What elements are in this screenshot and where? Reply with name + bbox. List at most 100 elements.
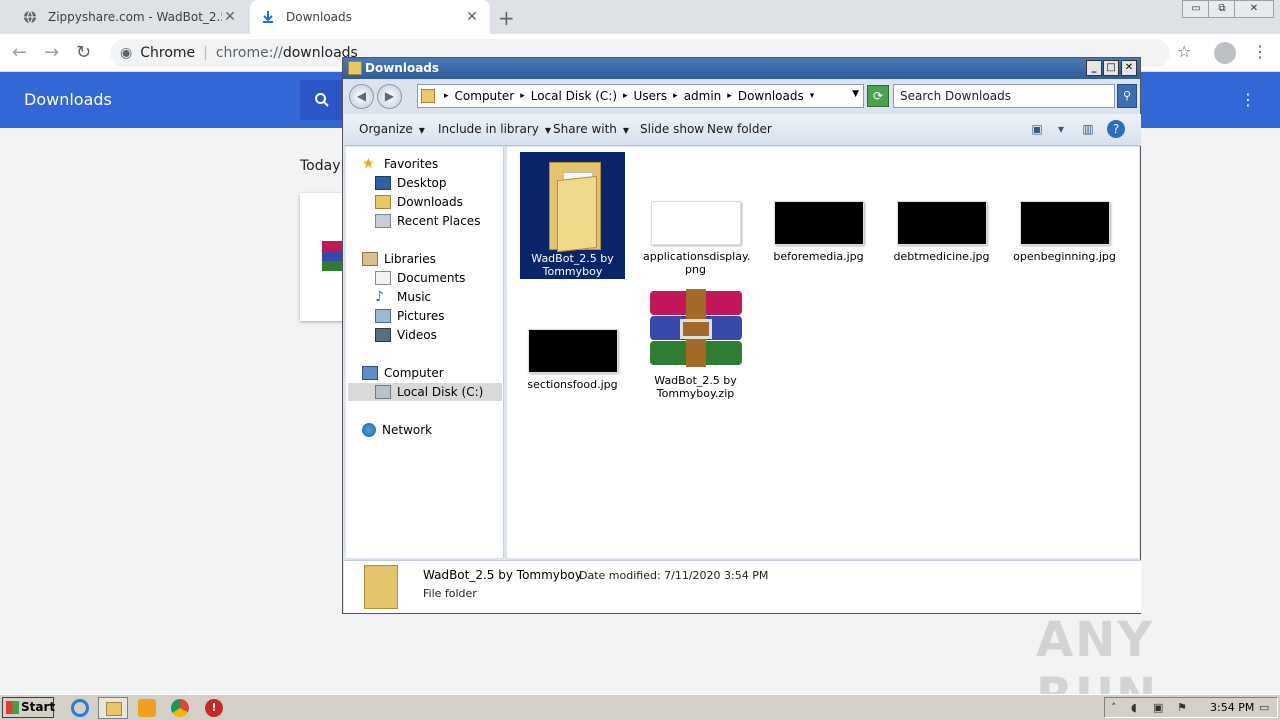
- breadcrumb-item[interactable]: Local Disk (C:): [531, 89, 617, 103]
- nav-network[interactable]: Network: [362, 421, 432, 439]
- image-thumbnail: [527, 329, 618, 373]
- nav-pictures[interactable]: Pictures: [375, 307, 445, 325]
- new-folder-button[interactable]: New folder: [707, 122, 772, 136]
- minimize-button[interactable]: ▭: [1182, 0, 1210, 18]
- start-button[interactable]: Start: [2, 697, 56, 718]
- stop-icon[interactable]: !: [205, 699, 223, 717]
- breadcrumb-item[interactable]: admin: [684, 89, 722, 103]
- chrome-icon[interactable]: [171, 699, 189, 717]
- nav-label: Libraries: [384, 252, 436, 266]
- taskbar: Start ! ˄ ◖ ▣ ⚑ 3:54 PM ▭: [0, 694, 1280, 720]
- file-name: png: [685, 263, 706, 276]
- maximize-button[interactable]: □: [1103, 60, 1119, 76]
- date-section-heading: Today: [300, 158, 341, 174]
- include-in-library-menu[interactable]: Include in library ▼: [438, 122, 551, 136]
- nav-desktop[interactable]: Desktop: [375, 174, 447, 192]
- network-tray-icon[interactable]: ▣: [1153, 701, 1163, 714]
- command-bar: Organize ▼ Include in library ▼ Share with…: [344, 114, 1141, 146]
- explorer-title-bar: Downloads _ □ ✕: [343, 58, 1140, 79]
- share-with-menu[interactable]: Share with ▼: [553, 122, 629, 136]
- chevron-up-icon[interactable]: ˄: [1111, 701, 1117, 714]
- nav-downloads[interactable]: Downloads: [375, 193, 463, 211]
- nav-computer[interactable]: Computer: [362, 364, 444, 382]
- media-player-icon[interactable]: [138, 699, 156, 717]
- preview-pane-icon[interactable]: ▥: [1079, 120, 1097, 138]
- network-icon: [362, 423, 376, 437]
- start-label: Start: [21, 700, 56, 714]
- help-icon[interactable]: ?: [1107, 120, 1125, 138]
- breadcrumb-item[interactable]: Downloads: [738, 89, 804, 103]
- file-list: WadBot_2.5 by Tommyboy applicationsdispl…: [507, 147, 1139, 558]
- close-icon[interactable]: ✕: [222, 9, 238, 25]
- videos-icon: [375, 328, 391, 342]
- nav-videos[interactable]: Videos: [375, 326, 437, 344]
- search-icon[interactable]: ⚲: [1117, 84, 1137, 108]
- scheme-label: Chrome: [140, 45, 196, 61]
- chevron-down-icon[interactable]: ▾: [1052, 120, 1070, 138]
- folder-icon: [364, 565, 398, 609]
- nav-local-disk[interactable]: Local Disk (C:): [348, 383, 502, 401]
- forward-button[interactable]: ▶: [377, 84, 402, 109]
- navigation-pane: ★ Favorites Desktop Downloads Recent Plac…: [346, 147, 504, 558]
- breadcrumb-item[interactable]: Computer: [455, 89, 515, 103]
- file-name: beforemedia.jpg: [773, 250, 864, 263]
- file-item-archive[interactable]: WadBot_2.5 by Tommyboy.zip: [643, 289, 748, 400]
- back-button[interactable]: ←: [12, 42, 27, 63]
- details-type: File folder: [423, 587, 477, 600]
- forward-button[interactable]: →: [44, 42, 59, 63]
- computer-icon: [362, 366, 378, 380]
- reload-button[interactable]: ↻: [76, 42, 91, 63]
- nav-label: Desktop: [397, 176, 447, 190]
- view-icon[interactable]: ▣: [1028, 120, 1046, 138]
- close-icon[interactable]: ✕: [464, 9, 480, 25]
- nav-music[interactable]: ♪ Music: [375, 288, 431, 306]
- volume-icon[interactable]: ◖: [1131, 701, 1137, 714]
- include-in-library-label: Include in library: [438, 122, 539, 136]
- breadcrumb[interactable]: ▸ Computer ▸ Local Disk (C:) ▸ Users ▸ a…: [417, 84, 864, 108]
- file-item[interactable]: openbeginning.jpg: [1012, 201, 1117, 263]
- internet-explorer-icon[interactable]: [71, 699, 89, 717]
- show-desktop-icon[interactable]: ▭: [1259, 701, 1269, 714]
- new-tab-button[interactable]: +: [498, 6, 515, 30]
- explorer-taskbar-button[interactable]: [98, 697, 128, 719]
- download-icon: [260, 9, 276, 25]
- nav-label: Videos: [397, 328, 437, 342]
- search-input[interactable]: Search Downloads: [893, 84, 1115, 108]
- chevron-down-icon[interactable]: ▼: [852, 89, 859, 99]
- breadcrumb-item[interactable]: Users: [634, 89, 668, 103]
- tab-zippyshare[interactable]: Zippyshare.com - WadBot_2.5 by Tommyboy …: [12, 0, 248, 34]
- tab-downloads[interactable]: Downloads ✕: [250, 0, 490, 34]
- close-window-button[interactable]: ✕: [1234, 0, 1274, 18]
- close-button[interactable]: ✕: [1121, 60, 1137, 76]
- nav-label: Downloads: [397, 195, 463, 209]
- minimize-button[interactable]: _: [1086, 60, 1102, 76]
- nav-documents[interactable]: Documents: [375, 269, 465, 287]
- file-item[interactable]: debtmedicine.jpg: [889, 201, 994, 263]
- profile-avatar[interactable]: [1214, 42, 1236, 64]
- chrome-menu-icon[interactable]: ⋮: [1252, 42, 1268, 61]
- action-center-flag-icon[interactable]: ⚑: [1177, 701, 1187, 714]
- bookmark-star-icon[interactable]: ☆: [1177, 42, 1191, 61]
- disk-icon: [375, 385, 391, 399]
- refresh-icon[interactable]: ⟳: [867, 85, 889, 107]
- recent-places-icon: [375, 214, 391, 228]
- file-item[interactable]: applicationsdisplay. png: [643, 201, 750, 276]
- nav-label: Local Disk (C:): [397, 385, 484, 399]
- nav-recent-places[interactable]: Recent Places: [375, 212, 480, 230]
- tab-title: Zippyshare.com - WadBot_2.5 by Tommyboy: [48, 10, 222, 24]
- slide-show-button[interactable]: Slide show: [640, 122, 704, 136]
- more-options-icon[interactable]: ⋮: [1240, 90, 1256, 109]
- back-button[interactable]: ◀: [349, 84, 374, 109]
- nav-favorites[interactable]: ★ Favorites: [362, 155, 438, 173]
- documents-icon: [375, 271, 391, 285]
- file-item[interactable]: beforemedia.jpg: [766, 201, 871, 263]
- file-item[interactable]: sectionsfood.jpg: [520, 329, 625, 391]
- organize-menu[interactable]: Organize ▼: [359, 122, 425, 136]
- nav-label: Computer: [384, 366, 444, 380]
- file-name: Tommyboy.zip: [656, 387, 735, 400]
- file-item-folder[interactable]: WadBot_2.5 by Tommyboy: [520, 152, 625, 279]
- file-name: debtmedicine.jpg: [893, 250, 990, 263]
- search-icon[interactable]: [300, 80, 344, 120]
- restore-button[interactable]: ⧉: [1208, 0, 1236, 18]
- nav-libraries[interactable]: Libraries: [362, 250, 436, 268]
